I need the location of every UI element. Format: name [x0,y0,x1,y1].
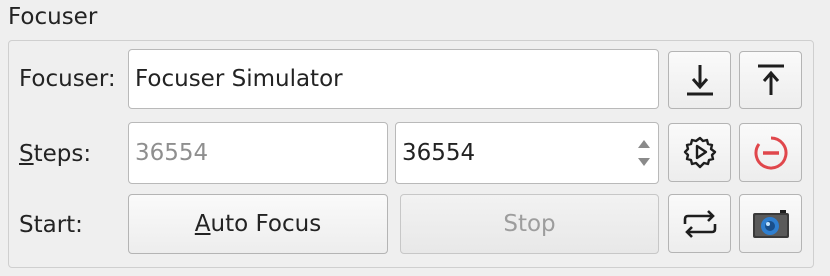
current-steps-field: 36554 [128,122,388,184]
spin-arrows [630,123,658,183]
loop-arrows-icon [683,209,716,238]
group-title: Focuser [8,4,98,30]
focuser-name-field: Focuser Simulator [128,49,659,109]
focuser-name-text: Focuser Simulator [135,66,343,92]
stop-button[interactable]: Stop [400,194,659,254]
steps-label-rest: teps: [33,141,92,167]
steps-mnemonic: S [19,141,34,167]
target-steps-spinbox[interactable]: 36554 [395,122,659,184]
focus-in-button[interactable] [668,51,731,109]
upload-arrow-icon [757,64,784,95]
spin-up-icon[interactable] [638,140,650,148]
focus-out-button[interactable] [739,51,802,109]
auto-focus-mnemonic: A [194,211,211,237]
current-steps-value: 36554 [135,140,209,166]
auto-focus-label: uto Focus [210,211,322,237]
camera-icon [752,209,789,238]
focuser-label: Focuser: [19,66,116,92]
spin-down-icon[interactable] [638,158,650,166]
goto-position-button[interactable] [668,123,731,182]
target-steps-value: 36554 [402,140,476,166]
stop-circle-icon [754,136,787,169]
start-label: Start: [19,212,83,238]
download-arrow-icon [686,65,713,96]
auto-focus-button[interactable]: Auto Focus [128,194,388,254]
abort-button[interactable] [739,123,802,182]
gear-play-icon [683,136,716,168]
capture-button[interactable] [739,194,802,253]
steps-label: Steps: [19,141,91,167]
loop-button[interactable] [668,194,731,253]
